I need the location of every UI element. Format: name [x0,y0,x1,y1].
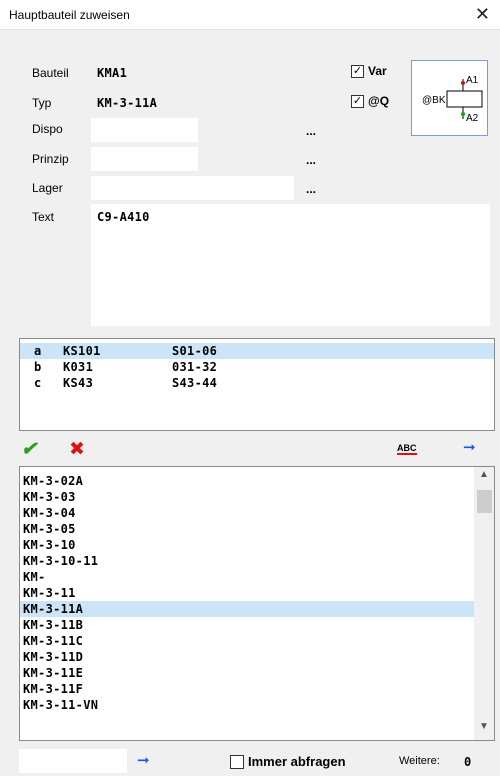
type-list-item[interactable]: KM-3-11C [20,633,474,649]
type-list-item-selected[interactable]: KM-3-11A [20,601,474,617]
scrollbar-thumb[interactable] [477,490,492,513]
prinzip-field[interactable] [91,147,198,171]
bottom-bar: ➞ Immer abfragen Weitere: 0 [0,749,500,773]
contact-code: KS43 [63,376,94,390]
bauteil-value: KMA1 [97,66,128,80]
cancel-x-icon[interactable]: ✖ [69,438,85,461]
spellcheck-icon[interactable]: ABC [397,443,417,455]
type-list-item[interactable]: KM-3-11F [20,681,474,697]
q-checkbox[interactable]: ✓ @Q [351,94,389,108]
ok-check-icon[interactable]: ✔ [21,438,37,461]
contact-range: 031-32 [172,360,218,374]
prinzip-browse-button[interactable]: ... [306,153,316,167]
type-list[interactable]: KM-3-02A KM-3-03 KM-3-04 KM-3-05 KM-3-10… [19,466,495,741]
typ-label: Typ [32,96,52,110]
type-list-item[interactable]: KM-3-02A [20,473,474,489]
type-list-item[interactable]: KM-3-11B [20,617,474,633]
contact-row[interactable]: a KS101 S01-06 [20,343,494,359]
contact-code: K031 [63,360,94,374]
checkmark-icon: ✓ [351,64,364,78]
symbol-a1-label: A1 [466,75,479,86]
window-title: Hauptbauteil zuweisen [9,8,130,22]
title-bar: Hauptbauteil zuweisen ✕ [0,0,500,30]
contact-letter: a [34,344,42,358]
scroll-up-icon[interactable]: ▲ [474,469,494,486]
type-list-item[interactable]: KM-3-10-11 [20,553,474,569]
contact-row[interactable]: c KS43 S43-44 [20,375,494,391]
dispo-label: Dispo [32,122,63,136]
prinzip-label: Prinzip [32,152,69,166]
type-list-item[interactable]: KM-3-04 [20,505,474,521]
contact-list[interactable]: a KS101 S01-06 b K031 031-32 c KS43 S43-… [19,338,495,431]
lager-browse-button[interactable]: ... [306,182,316,196]
lager-field[interactable] [91,176,294,200]
arrow-right-icon[interactable]: ➞ [463,438,476,456]
contact-row[interactable]: b K031 031-32 [20,359,494,375]
contact-letter: c [34,376,42,390]
scroll-down-icon[interactable]: ▼ [474,721,494,738]
q-label: @Q [368,94,390,108]
checkmark-icon: ✓ [351,94,364,108]
text-label: Text [32,210,55,224]
contact-code: KS101 [63,344,101,358]
checkbox-box [230,754,244,769]
type-list-item[interactable]: KM-3-11E [20,665,474,681]
search-input[interactable] [19,749,127,773]
typ-value: KM-3-11A [97,96,158,110]
type-list-item[interactable]: KM-3-11-VN [20,697,474,713]
immer-abfragen-label: Immer abfragen [248,754,346,769]
weitere-value: 0 [464,755,472,769]
immer-abfragen-checkbox[interactable]: Immer abfragen [230,754,346,769]
type-list-item[interactable]: KM-3-10 [20,537,474,553]
close-icon[interactable]: ✕ [475,4,490,24]
type-list-item[interactable]: KM-3-05 [20,521,474,537]
weitere-label: Weitere: [399,755,440,767]
contact-letter: b [34,360,42,374]
var-checkbox[interactable]: ✓ Var [351,64,387,78]
toolbar: ✔ ✖ ABC ➞ [0,436,500,462]
type-list-item[interactable]: KM-3-11D [20,649,474,665]
arrow-right-icon[interactable]: ➞ [137,751,150,769]
relay-symbol-graphic: @BK A1 A2 [422,75,483,124]
symbol-bk-label: @BK [422,95,446,106]
contact-range: S43-44 [172,376,218,390]
text-area[interactable]: C9-A410 [91,204,490,326]
type-list-item[interactable]: KM-3-03 [20,489,474,505]
relay-symbol: @BK A1 A2 [411,60,488,136]
lager-label: Lager [32,181,63,195]
type-list-item[interactable]: KM-3-11 [20,585,474,601]
symbol-a2-label: A2 [466,113,479,124]
text-area-value: C9-A410 [97,210,150,224]
dispo-field[interactable] [91,118,198,142]
contact-range: S01-06 [172,344,218,358]
type-list-item[interactable]: KM- [20,569,474,585]
type-list-scrollbar[interactable]: ▲ ▼ [474,467,494,740]
dispo-browse-button[interactable]: ... [306,124,316,138]
bauteil-label: Bauteil [32,66,69,80]
var-label: Var [368,64,387,78]
